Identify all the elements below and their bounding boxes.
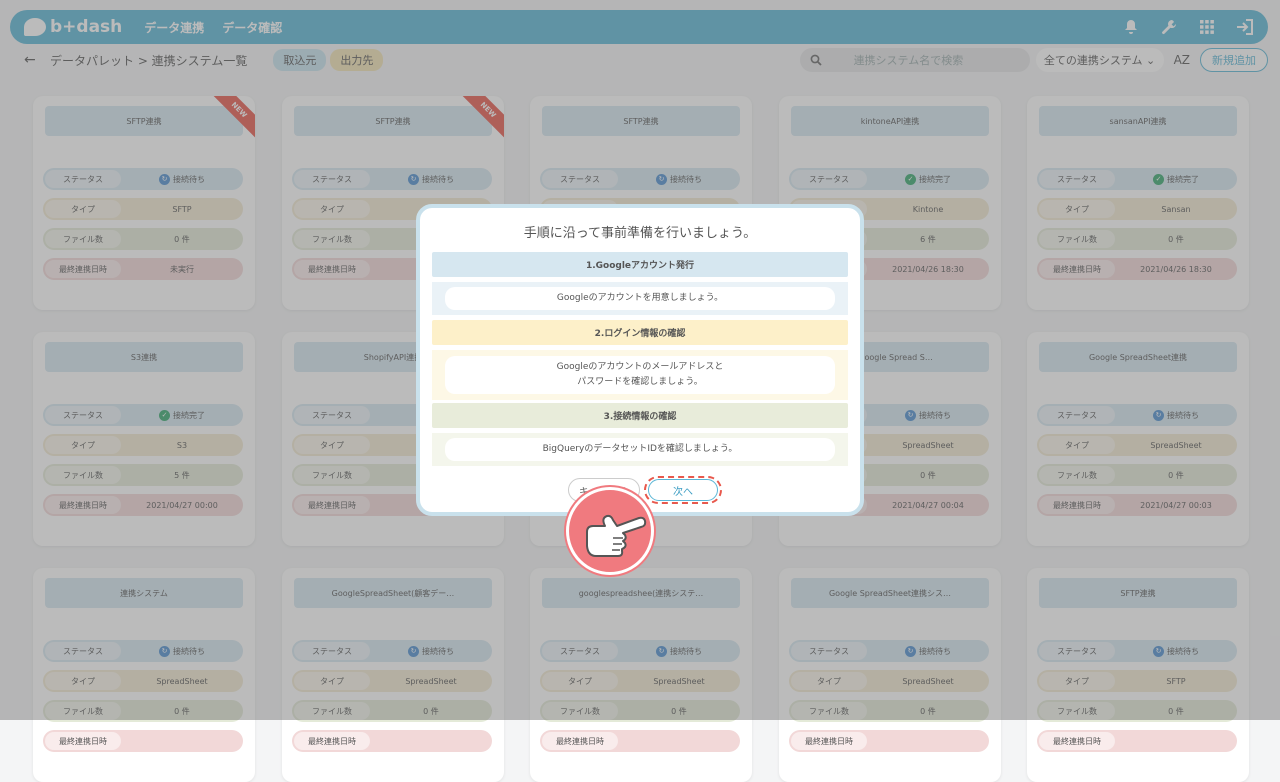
last-sync-label: 最終連携日時 <box>294 732 370 750</box>
step3-body: BigQueryのデータセットIDを確認しましょう。 <box>432 433 848 466</box>
dialog-title: 手順に沿って事前準備を行いましょう。 <box>523 226 757 241</box>
step1-heading: 1.Googleアカウント発行 <box>432 252 848 277</box>
last-sync-row: 最終連携日時 <box>540 730 740 752</box>
last-sync-row: 最終連携日時 <box>292 730 492 752</box>
step1-body: Googleのアカウントを用意しましょう。 <box>432 282 848 315</box>
step2-text-line2: パスワードを確認しましょう。 <box>577 377 703 387</box>
last-sync-label: 最終連携日時 <box>542 732 618 750</box>
last-sync-label: 最終連携日時 <box>791 732 867 750</box>
step2-text: Googleのアカウントのメールアドレスと パスワードを確認しましょう。 <box>445 356 835 394</box>
pointing-hand-icon <box>566 487 654 575</box>
last-sync-row: 最終連携日時 <box>43 730 243 752</box>
step2-heading: 2.ログイン情報の確認 <box>432 320 848 345</box>
last-sync-label: 最終連携日時 <box>45 732 121 750</box>
step3-text: BigQueryのデータセットIDを確認しましょう。 <box>445 438 835 461</box>
step2-text-line1: Googleのアカウントのメールアドレスと <box>556 362 724 372</box>
next-button-highlight[interactable]: 次へ <box>644 476 722 504</box>
last-sync-label: 最終連携日時 <box>1039 732 1115 750</box>
last-sync-row: 最終連携日時 <box>789 730 989 752</box>
step1-text: Googleのアカウントを用意しましょう。 <box>445 287 835 310</box>
step3-heading: 3.接続情報の確認 <box>432 403 848 428</box>
next-button[interactable]: 次へ <box>648 479 718 501</box>
step2-body: Googleのアカウントのメールアドレスと パスワードを確認しましょう。 <box>432 350 848 400</box>
last-sync-row: 最終連携日時 <box>1037 730 1237 752</box>
prep-steps-dialog: 手順に沿って事前準備を行いましょう。 1.Googleアカウント発行 Googl… <box>416 204 864 516</box>
